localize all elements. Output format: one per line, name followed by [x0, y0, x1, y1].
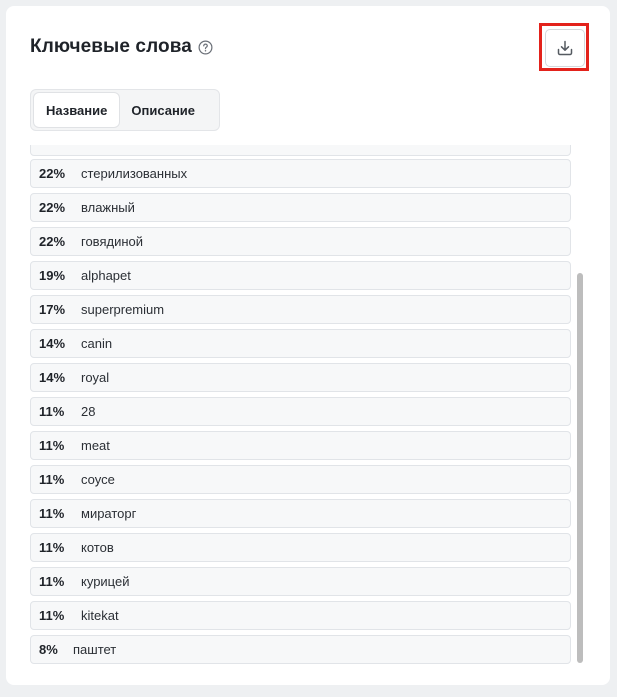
- scrollbar[interactable]: [577, 145, 583, 665]
- keyword-row: 11% kitekat: [30, 601, 571, 630]
- keyword-text: canin: [81, 336, 113, 351]
- keyword-percent: 22%: [39, 234, 66, 249]
- keyword-row: 11% курицей: [30, 567, 571, 596]
- keyword-text: kitekat: [81, 608, 119, 623]
- keyword-percent: 11%: [39, 608, 65, 623]
- keyword-row: 11% 28: [30, 397, 571, 426]
- keyword-percent: 14%: [39, 336, 66, 351]
- keyword-percent: 11%: [39, 472, 65, 487]
- keyword-percent: 17%: [39, 302, 66, 317]
- keyword-percent: 11%: [39, 506, 65, 521]
- keyword-row: 22% влажный: [30, 193, 571, 222]
- keyword-text: котов: [81, 540, 114, 555]
- keyword-row: 22% говядиной: [30, 227, 571, 256]
- card-header: Ключевые слова: [30, 36, 213, 58]
- tab-switcher: Название Описание: [30, 89, 220, 131]
- keyword-text: курицей: [81, 574, 130, 589]
- keyword-row: 11% мираторг: [30, 499, 571, 528]
- keyword-text: мираторг: [81, 506, 137, 521]
- scrollbar-thumb[interactable]: [577, 273, 583, 663]
- keyword-text: говядиной: [81, 234, 144, 249]
- keyword-row: 14% canin: [30, 329, 571, 358]
- keyword-text: влажный: [81, 200, 135, 215]
- question-circle-icon[interactable]: [198, 40, 213, 55]
- keywords-card: Ключевые слова Название Описание 22% стер…: [6, 6, 610, 685]
- keyword-percent: 22%: [39, 200, 66, 215]
- keyword-text: meat: [81, 438, 110, 453]
- keyword-percent: 14%: [39, 370, 66, 385]
- keyword-percent: 11%: [39, 404, 65, 419]
- keyword-text: паштет: [73, 642, 117, 657]
- keyword-list[interactable]: 22% стерилизованных 22% влажный 22% говядиной…: [30, 145, 577, 665]
- keyword-row: 19% alphapet: [30, 261, 571, 290]
- keyword-percent: 11%: [39, 540, 65, 555]
- keyword-percent: 22%: [39, 166, 66, 181]
- download-highlight-frame: [539, 23, 589, 71]
- card-title: Ключевые слова: [30, 36, 192, 57]
- keyword-text: 28: [81, 404, 96, 419]
- keyword-percent: 8%: [39, 642, 58, 657]
- keyword-text: соусе: [81, 472, 115, 487]
- keyword-row: 22% стерилизованных: [30, 159, 571, 188]
- tab-name[interactable]: Название: [34, 93, 120, 127]
- keyword-row: 8% паштет: [30, 635, 571, 664]
- tab-description[interactable]: Описание: [119, 93, 207, 127]
- keyword-row: 11% meat: [30, 431, 571, 460]
- keyword-text: superpremium: [81, 302, 165, 317]
- keyword-row: 11% соусе: [30, 465, 571, 494]
- keyword-text: royal: [81, 370, 110, 385]
- keyword-row: 11% котов: [30, 533, 571, 562]
- keyword-row: 14% royal: [30, 363, 571, 392]
- list-item-partial: [30, 145, 571, 156]
- keyword-percent: 11%: [39, 574, 65, 589]
- keyword-percent: 11%: [39, 438, 65, 453]
- keyword-text: стерилизованных: [81, 166, 188, 181]
- keyword-text: alphapet: [81, 268, 131, 283]
- keyword-percent: 19%: [39, 268, 66, 283]
- keyword-row: 17% superpremium: [30, 295, 571, 324]
